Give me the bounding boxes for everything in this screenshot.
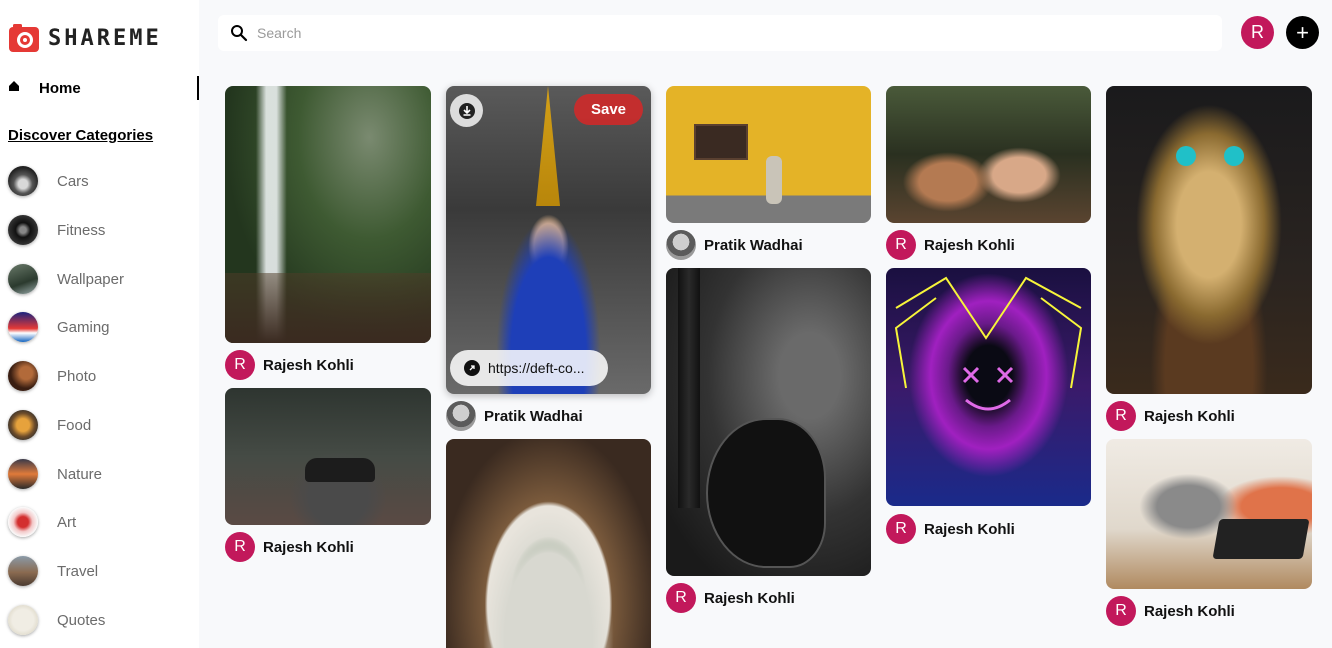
category-thumbnail <box>8 507 38 537</box>
category-thumbnail <box>8 459 38 489</box>
author-name: Rajesh Kohli <box>924 520 1015 538</box>
sidebar-item-label: Fitness <box>57 221 106 239</box>
category-thumbnail <box>8 556 38 586</box>
pin-author[interactable]: R Rajesh Kohli <box>1106 596 1235 626</box>
avatar <box>446 401 476 431</box>
download-button[interactable] <box>450 94 483 127</box>
pin-image-couple[interactable] <box>886 86 1091 223</box>
author-name: Rajesh Kohli <box>1144 407 1235 425</box>
sidebar: SHAREME Home Discover Categories Cars Fi… <box>0 0 199 648</box>
sidebar-item-label: Wallpaper <box>57 270 124 288</box>
pin-author[interactable]: Pratik Wadhai <box>446 401 583 431</box>
pin-image-dancer[interactable]: Save https://deft-co... <box>446 86 651 394</box>
category-thumbnail <box>8 264 38 294</box>
pin-author[interactable]: R Rajesh Kohli <box>886 230 1015 260</box>
author-name: Rajesh Kohli <box>704 589 795 607</box>
pin-image-cat[interactable] <box>1106 439 1312 589</box>
sidebar-item-label: Gaming <box>57 318 110 336</box>
sidebar-item-label: Food <box>57 416 92 434</box>
pin-image-guitar[interactable] <box>666 268 871 576</box>
pin-image-yellow-wall[interactable] <box>666 86 871 223</box>
avatar: R <box>886 230 916 260</box>
search-icon <box>230 24 248 42</box>
save-button[interactable]: Save <box>574 94 643 125</box>
category-thumbnail <box>8 605 38 635</box>
sidebar-item-art[interactable]: Art <box>8 506 76 538</box>
camera-logo-icon <box>8 22 40 54</box>
avatar: R <box>886 514 916 544</box>
avatar: R <box>225 350 255 380</box>
sidebar-item-label: Art <box>57 513 77 531</box>
sidebar-item-food[interactable]: Food <box>8 409 91 441</box>
sidebar-item-label: Cars <box>57 172 89 190</box>
sidebar-item-home[interactable]: Home <box>8 76 199 100</box>
author-name: Rajesh Kohli <box>1144 602 1235 620</box>
pin-author[interactable]: R Rajesh Kohli <box>225 532 354 562</box>
sidebar-item-nature[interactable]: Nature <box>8 458 102 490</box>
author-name: Pratik Wadhai <box>704 236 803 254</box>
discover-categories-heading: Discover Categories <box>8 127 154 144</box>
pin-image-creature[interactable] <box>1106 86 1312 394</box>
author-name: Rajesh Kohli <box>263 356 354 374</box>
sidebar-item-fitness[interactable]: Fitness <box>8 214 105 246</box>
avatar: R <box>666 583 696 613</box>
avatar: R <box>1106 596 1136 626</box>
sidebar-item-label: Quotes <box>57 611 106 629</box>
sidebar-item-label: Nature <box>57 465 103 483</box>
logo[interactable]: SHAREME <box>8 22 162 54</box>
sidebar-item-label: Home <box>39 79 81 97</box>
brand-name: SHAREME <box>48 25 162 51</box>
download-icon <box>458 102 475 119</box>
sidebar-item-gaming[interactable]: Gaming <box>8 311 110 343</box>
search-bar[interactable] <box>218 15 1222 51</box>
category-thumbnail <box>8 166 38 196</box>
category-thumbnail <box>8 215 38 245</box>
search-input[interactable] <box>257 25 1157 41</box>
pin-author[interactable]: R Rajesh Kohli <box>666 583 795 613</box>
user-avatar[interactable]: R <box>1241 16 1274 49</box>
sidebar-item-cars[interactable]: Cars <box>8 165 89 197</box>
pin-image-neon-hood[interactable] <box>886 268 1091 506</box>
sidebar-item-wallpaper[interactable]: Wallpaper <box>8 263 124 295</box>
destination-link[interactable]: https://deft-co... <box>450 350 608 386</box>
category-thumbnail <box>8 361 38 391</box>
author-name: Rajesh Kohli <box>263 538 354 556</box>
sidebar-item-travel[interactable]: Travel <box>8 555 98 587</box>
home-icon <box>8 79 20 97</box>
pin-author[interactable]: Pratik Wadhai <box>666 230 803 260</box>
pin-author[interactable]: R Rajesh Kohli <box>225 350 354 380</box>
author-name: Pratik Wadhai <box>484 407 583 425</box>
sidebar-item-label: Travel <box>57 562 99 580</box>
category-thumbnail <box>8 312 38 342</box>
pin-image-car[interactable] <box>225 388 431 525</box>
author-name: Rajesh Kohli <box>924 236 1015 254</box>
pin-author[interactable]: R Rajesh Kohli <box>886 514 1015 544</box>
avatar: R <box>1106 401 1136 431</box>
avatar: R <box>225 532 255 562</box>
avatar <box>666 230 696 260</box>
link-text: https://deft-co... <box>488 360 585 376</box>
pin-image-arch[interactable] <box>446 439 651 648</box>
sidebar-item-quotes[interactable]: Quotes <box>8 604 105 636</box>
category-thumbnail <box>8 410 38 440</box>
pin-image-waterfall[interactable] <box>225 86 431 343</box>
sidebar-item-label: Photo <box>57 367 97 385</box>
sidebar-item-photo[interactable]: Photo <box>8 360 96 392</box>
external-link-icon <box>464 360 480 376</box>
create-pin-button[interactable]: + <box>1286 16 1319 49</box>
pin-author[interactable]: R Rajesh Kohli <box>1106 401 1235 431</box>
